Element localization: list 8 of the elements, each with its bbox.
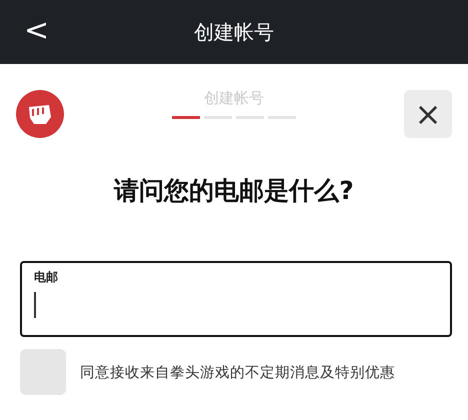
- consent-label: 同意接收来自拳头游戏的不定期消息及特别优惠: [80, 364, 395, 382]
- back-button[interactable]: <: [18, 14, 56, 48]
- fist-logo-icon: [16, 90, 64, 138]
- page-title: 创建帐号: [194, 18, 274, 46]
- close-button[interactable]: ×: [404, 90, 452, 138]
- email-input-field[interactable]: 电邮: [20, 261, 452, 337]
- consent-checkbox[interactable]: [20, 349, 66, 395]
- question-heading: 请问您的电邮是什么?: [112, 175, 355, 207]
